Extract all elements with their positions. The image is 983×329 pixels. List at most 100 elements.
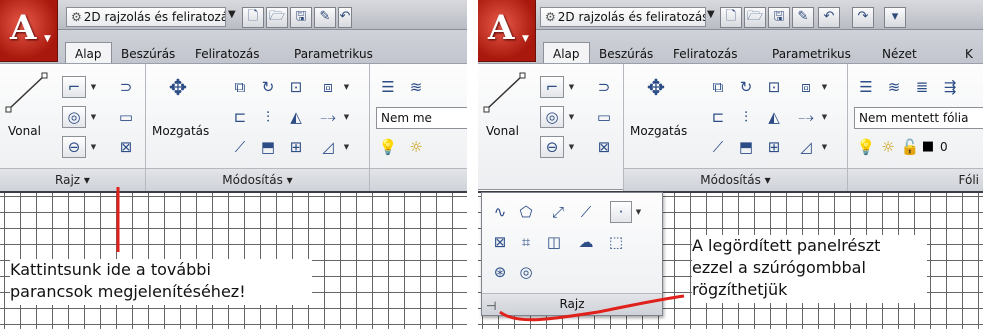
fillet-icon[interactable]: ⟋ — [706, 136, 730, 158]
layer-panel-title[interactable]: Fóli — [848, 168, 983, 191]
dropdown-arrow-icon[interactable]: ▼ — [342, 76, 351, 98]
tab-parametrikus[interactable]: Parametrikus — [294, 47, 373, 61]
point-icon[interactable]: · — [610, 201, 632, 223]
lightbulb-icon[interactable]: 💡 — [376, 136, 400, 158]
tab-alap[interactable]: Alap — [65, 42, 112, 63]
dropdown-arrow-icon[interactable]: ▼ — [820, 76, 829, 98]
unlock-icon[interactable]: 🔓 — [898, 136, 922, 158]
dropdown-arrow-icon[interactable]: ▼ — [89, 136, 98, 158]
tab-nezet[interactable]: Nézet — [882, 47, 917, 61]
donut-ring-icon[interactable]: ◎ — [514, 261, 538, 283]
move-icon[interactable]: ✥ — [644, 78, 668, 100]
application-menu-button[interactable]: A ▼ — [478, 0, 536, 62]
revision-cloud-icon[interactable]: ☁ — [574, 231, 598, 253]
sun-icon[interactable]: ☼ — [876, 136, 900, 158]
scale-icon[interactable]: ⬒ — [256, 136, 280, 158]
rotate-icon[interactable]: ↻ — [256, 76, 280, 98]
dropdown-arrow-icon[interactable]: ▼ — [342, 136, 351, 158]
save-icon[interactable]: 🖫 — [290, 7, 312, 28]
workspace-dropdown-icon[interactable]: ▼ — [707, 9, 715, 20]
pin-icon[interactable]: ⊣ — [486, 296, 496, 317]
dropdown-arrow-icon[interactable]: ▼ — [567, 106, 576, 128]
new-file-icon[interactable]: 🗋 — [242, 7, 264, 28]
hatch-icon[interactable]: ⊠ — [114, 136, 138, 158]
polygon-icon[interactable]: ⬠ — [514, 201, 538, 223]
application-menu-button[interactable]: A ▼ — [0, 0, 58, 62]
copy-icon[interactable]: ⧉ — [706, 76, 730, 98]
rajz-panel-title[interactable]: Rajz ▾ — [0, 168, 145, 191]
rotate-icon[interactable]: ↻ — [734, 76, 758, 98]
layer-state-icon[interactable]: ≋ — [404, 76, 428, 98]
arc-icon[interactable]: ⊃ — [114, 76, 138, 98]
save-as-icon[interactable]: ✎ — [792, 7, 814, 28]
layer-match-icon[interactable]: ⇶ — [938, 76, 962, 98]
dropdown-arrow-icon[interactable]: ▼ — [89, 76, 98, 98]
chamfer-icon[interactable]: ◿ — [794, 136, 818, 158]
tab-beszuras[interactable]: Beszúrás — [599, 47, 653, 61]
layer-isolate-icon[interactable]: ≣ — [910, 76, 934, 98]
save-icon[interactable]: 🖫 — [768, 7, 790, 28]
boundary-icon[interactable]: ⌗ — [514, 231, 538, 253]
layer-combo[interactable]: Nem mentett fólia — [854, 107, 983, 129]
extend-icon[interactable]: ⤍ — [316, 106, 340, 128]
trim-icon[interactable]: ⊡ — [762, 76, 786, 98]
stretch-icon[interactable]: ⊏ — [706, 106, 730, 128]
workspace-dropdown-icon[interactable]: ▼ — [228, 9, 236, 20]
redo-icon[interactable]: ↷ — [852, 7, 874, 28]
polyline-icon[interactable]: ⌐ — [540, 76, 564, 98]
dropdown-arrow-icon[interactable]: ▼ — [342, 106, 351, 128]
erase-icon[interactable]: ⧈ — [794, 76, 818, 98]
layer-state-icon[interactable]: ≋ — [882, 76, 906, 98]
new-file-icon[interactable]: 🗋 — [720, 7, 742, 28]
move-icon[interactable]: ✥ — [166, 78, 190, 100]
layer-properties-icon[interactable]: ☰ — [854, 76, 878, 98]
open-file-icon[interactable]: 🗁 — [744, 7, 766, 28]
stretch-icon[interactable]: ⊏ — [228, 106, 252, 128]
undo-icon[interactable]: ↶ — [818, 7, 840, 28]
wipeout-icon[interactable]: ⬚ — [604, 231, 628, 253]
donut-icon[interactable]: ⊛ — [488, 261, 512, 283]
circle-icon[interactable]: ◎ — [540, 106, 564, 128]
tab-feliratozas[interactable]: Feliratozás — [195, 47, 260, 61]
sun-icon[interactable]: ☼ — [404, 136, 428, 158]
lightbulb-icon[interactable]: 💡 — [854, 136, 878, 158]
spline-icon[interactable]: ∿ — [488, 201, 512, 223]
gradient-icon[interactable]: ⊠ — [488, 231, 512, 253]
quick-access-menu-icon[interactable]: ▾ — [884, 7, 906, 28]
modositas-panel-title[interactable]: Módosítás ▾ — [624, 168, 847, 191]
polyline-icon[interactable]: ⌐ — [62, 76, 86, 98]
trim-icon[interactable]: ⊡ — [284, 76, 308, 98]
layer-combo[interactable]: Nem me — [376, 107, 467, 129]
rectangle-icon[interactable]: ▭ — [114, 106, 138, 128]
tab-feliratozas[interactable]: Feliratozás — [673, 47, 738, 61]
open-file-icon[interactable]: 🗁 — [266, 7, 288, 28]
ray-icon[interactable]: ⟋ — [574, 201, 598, 223]
hatch-icon[interactable]: ⊠ — [592, 136, 616, 158]
extend-icon[interactable]: ⤍ — [794, 106, 818, 128]
dropdown-arrow-icon[interactable]: ▼ — [820, 136, 829, 158]
ellipse-icon[interactable]: ⊖ — [540, 136, 564, 158]
layer-properties-icon[interactable]: ☰ — [376, 76, 400, 98]
construction-line-icon[interactable]: ⤢ — [546, 201, 570, 223]
tab-parametrikus[interactable]: Parametrikus — [772, 47, 851, 61]
workspace-selector[interactable]: ⚙ 2D rajzolás és feliratozás — [66, 7, 226, 27]
circle-icon[interactable]: ◎ — [62, 106, 86, 128]
chamfer-icon[interactable]: ◿ — [316, 136, 340, 158]
copy-icon[interactable]: ⧉ — [228, 76, 252, 98]
workspace-selector[interactable]: ⚙ 2D rajzolás és feliratozás — [540, 7, 706, 27]
tab-more[interactable]: K — [965, 47, 973, 61]
arc-icon[interactable]: ⊃ — [592, 76, 616, 98]
dropdown-arrow-icon[interactable]: ▼ — [634, 201, 643, 223]
erase-icon[interactable]: ⧈ — [316, 76, 340, 98]
dropdown-arrow-icon[interactable]: ▼ — [567, 136, 576, 158]
array-icon[interactable]: ⊞ — [762, 136, 786, 158]
save-as-icon[interactable]: ✎ — [314, 7, 336, 28]
scale-icon[interactable]: ⬒ — [734, 136, 758, 158]
mirror-triangle-icon[interactable]: ◭ — [284, 106, 308, 128]
dropdown-arrow-icon[interactable]: ▼ — [820, 106, 829, 128]
dropdown-arrow-icon[interactable]: ▼ — [567, 76, 576, 98]
fillet-icon[interactable]: ⟋ — [228, 136, 252, 158]
mirror-icon[interactable]: ⫶ — [256, 106, 280, 128]
mirror-icon[interactable]: ⫶ — [734, 106, 758, 128]
undo-icon[interactable]: ↶ — [338, 7, 352, 28]
